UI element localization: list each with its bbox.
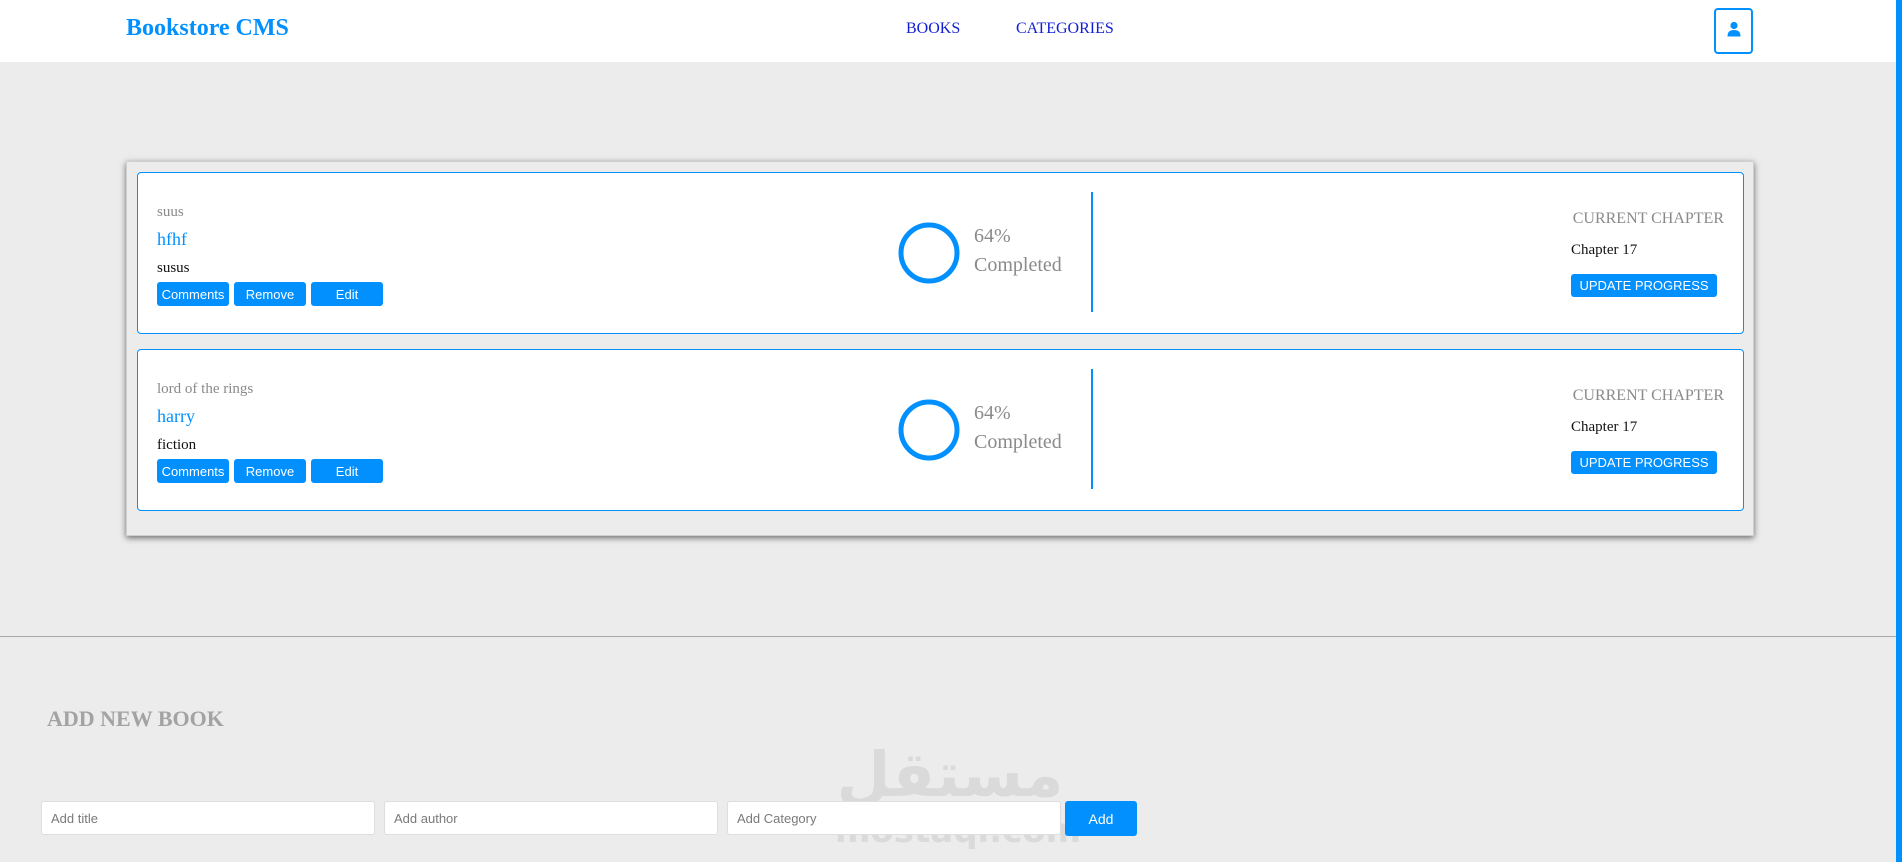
book-author: fiction <box>157 437 197 453</box>
edit-button[interactable]: Edit <box>311 282 383 306</box>
app-logo[interactable]: Bookstore CMS <box>126 15 289 42</box>
progress-label: Completed <box>974 254 1062 276</box>
title-input[interactable] <box>41 801 375 835</box>
remove-button[interactable]: Remove <box>234 459 306 483</box>
book-genre: lord of the rings <box>157 381 254 397</box>
edit-button[interactable]: Edit <box>311 459 383 483</box>
book-card: suus hfhf susus Comments Remove Edit 64%… <box>137 172 1744 334</box>
book-title[interactable]: harry <box>157 406 195 427</box>
add-book-button[interactable]: Add <box>1065 801 1137 836</box>
progress-percent: 64% <box>974 225 1011 247</box>
remove-button[interactable]: Remove <box>234 282 306 306</box>
nav-categories-link[interactable]: CATEGORIES <box>1016 20 1114 38</box>
book-author: susus <box>157 260 190 276</box>
author-input[interactable] <box>384 801 718 835</box>
progress-percent: 64% <box>974 402 1011 424</box>
top-navbar: Bookstore CMS BOOKS CATEGORIES <box>0 0 1896 62</box>
comments-button[interactable]: Comments <box>157 282 229 306</box>
book-title[interactable]: hfhf <box>157 229 187 250</box>
progress-ring-icon <box>898 399 960 461</box>
update-progress-button[interactable]: UPDATE PROGRESS <box>1571 451 1717 474</box>
progress-label: Completed <box>974 431 1062 453</box>
watermark-arabic: مستقل <box>836 738 1064 811</box>
card-divider <box>1091 192 1093 312</box>
user-profile-button[interactable] <box>1714 8 1753 54</box>
current-chapter-value: Chapter 17 <box>1571 419 1638 435</box>
comments-button[interactable]: Comments <box>157 459 229 483</box>
book-card: lord of the rings harry fiction Comments… <box>137 349 1744 511</box>
right-scroll-accent <box>1896 0 1902 862</box>
user-icon <box>1727 21 1741 42</box>
book-actions: Comments Remove Edit <box>157 459 383 483</box>
section-divider <box>0 636 1896 637</box>
current-chapter-heading: CURRENT CHAPTER <box>1572 210 1724 227</box>
add-book-heading: ADD NEW BOOK <box>47 706 224 731</box>
current-chapter-heading: CURRENT CHAPTER <box>1572 387 1724 404</box>
current-chapter-value: Chapter 17 <box>1571 242 1638 258</box>
nav-books-link[interactable]: BOOKS <box>906 20 960 38</box>
card-divider <box>1091 369 1093 489</box>
books-panel: suus hfhf susus Comments Remove Edit 64%… <box>126 161 1754 536</box>
book-genre: suus <box>157 204 184 220</box>
progress-ring-icon <box>898 222 960 284</box>
category-input[interactable] <box>727 801 1061 835</box>
update-progress-button[interactable]: UPDATE PROGRESS <box>1571 274 1717 297</box>
book-actions: Comments Remove Edit <box>157 282 383 306</box>
